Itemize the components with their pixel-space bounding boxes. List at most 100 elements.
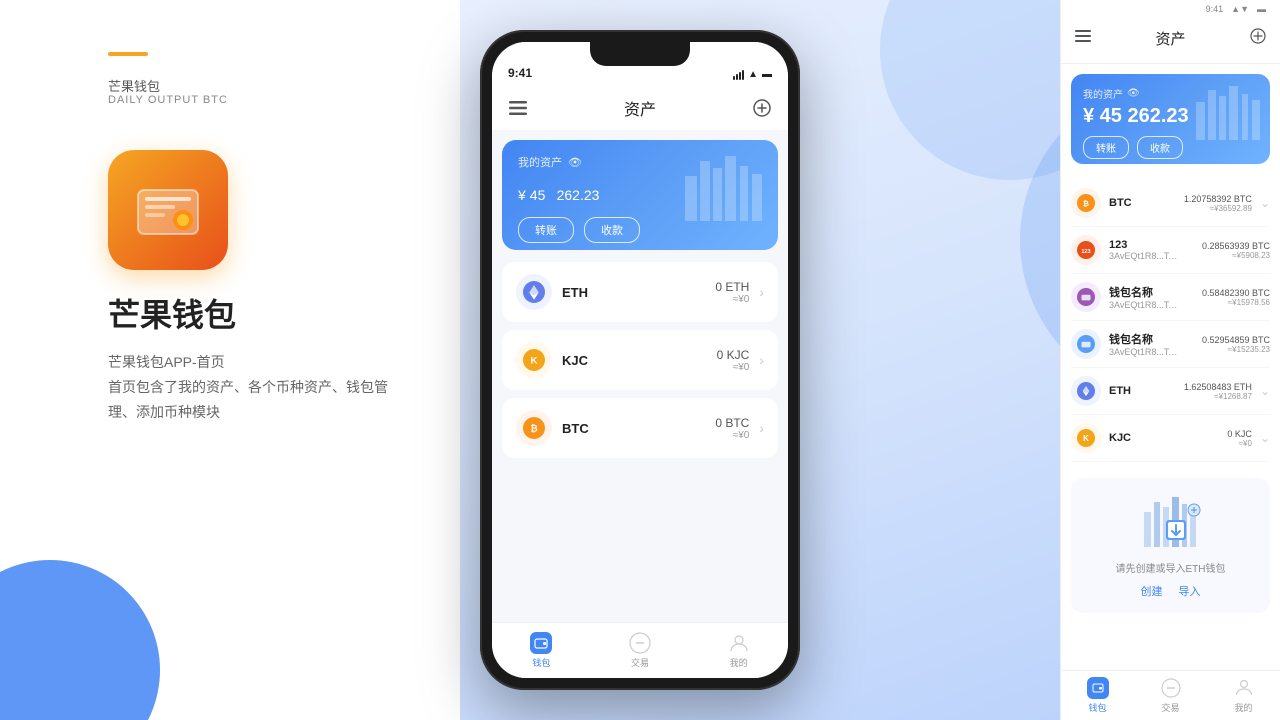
right-header-menu-icon[interactable] xyxy=(1075,28,1091,49)
right-coin-kjc[interactable]: K KJC 0 KJC ≈¥0 ⌄ xyxy=(1071,415,1270,462)
right-header: 资产 xyxy=(1061,14,1280,64)
menu-icon[interactable] xyxy=(506,96,530,120)
brand-name-small: 芒果钱包 xyxy=(108,76,160,95)
right-wallet2-val: 0.52954859 BTC ≈¥15235.23 xyxy=(1202,335,1270,354)
btc-arrow: › xyxy=(759,420,764,436)
eye-icon: 👁 xyxy=(568,156,582,169)
right-nav-mine-label: 我的 xyxy=(1234,701,1252,714)
right-eth-val: 1.62508483 ETH ≈¥1268.87 xyxy=(1184,382,1252,401)
right-coin-wallet1[interactable]: 钱包名称 3AvEQt1R8...TsZ4fpaRQ 0.58482390 BT… xyxy=(1071,274,1270,321)
coin-list: ETH 0 ETH ≈¥0 › K KJC xyxy=(492,262,788,622)
status-icons: ▲ ▬ xyxy=(733,69,772,80)
right-asset-card: 我的资产 👁 ¥ 45 262.23 转账 收款 xyxy=(1071,74,1270,164)
coin-item-kjc[interactable]: K KJC 0 KJC ≈¥0 › xyxy=(502,330,778,390)
right-transfer-button[interactable]: 转账 xyxy=(1083,136,1129,159)
nav-trade[interactable]: 交易 xyxy=(629,632,651,669)
right-nav-trade-label: 交易 xyxy=(1161,701,1179,714)
svg-text:K: K xyxy=(1083,434,1089,443)
kjc-logo: K xyxy=(516,342,552,378)
city-bg-svg xyxy=(680,146,770,221)
right-btc-info: BTC xyxy=(1109,197,1176,209)
trade-nav-icon xyxy=(629,632,651,654)
right-kjc-info: KJC xyxy=(1109,432,1219,444)
right-nav-wallet-label: 钱包 xyxy=(1088,701,1106,714)
svg-text:₿: ₿ xyxy=(530,423,537,433)
phone-bottom-nav: 钱包 交易 我的 xyxy=(492,622,788,678)
svg-text:123: 123 xyxy=(1081,249,1090,255)
import-text: 请先创建或导入ETH钱包 xyxy=(1116,560,1226,575)
import-actions: 创建 导入 xyxy=(1141,583,1201,599)
right-coin-btc[interactable]: ₿ BTC 1.20758392 BTC ≈¥36592.89 ⌄ xyxy=(1071,180,1270,227)
right-eth-arrow: ⌄ xyxy=(1260,384,1270,398)
right-wallet2-logo xyxy=(1071,329,1101,359)
right-eye-icon: 👁 xyxy=(1127,88,1140,99)
battery-icon: ▬ xyxy=(762,69,772,80)
right-nav-trade[interactable]: 交易 xyxy=(1160,677,1182,714)
right-coin-list: ₿ BTC 1.20758392 BTC ≈¥36592.89 ⌄ 123 12… xyxy=(1061,174,1280,468)
left-section: 芒果钱包 DAILY OUTPUT BTC 芒果钱包 芒果钱包APP-首页 首页… xyxy=(0,0,500,720)
right-eth-info: ETH xyxy=(1109,385,1176,397)
import-icon-area xyxy=(1136,492,1206,552)
nav-mine[interactable]: 我的 xyxy=(728,632,750,669)
right-status-time: 9:41 xyxy=(1206,4,1224,14)
import-wallet-link[interactable]: 导入 xyxy=(1179,583,1201,599)
btc-info: BTC xyxy=(562,421,705,436)
right-nav-mine[interactable]: 我的 xyxy=(1233,677,1255,714)
asset-card: 我的资产 👁 ¥45 262.23 转账 收款 xyxy=(502,140,778,250)
svg-text:K: K xyxy=(531,355,538,366)
phone-header: 资产 xyxy=(492,86,788,130)
svg-text:₿: ₿ xyxy=(1083,199,1089,208)
create-wallet-link[interactable]: 创建 xyxy=(1141,583,1163,599)
phone-screen: 9:41 ▲ ▬ 资产 xyxy=(492,42,788,678)
kjc-arrow: › xyxy=(759,352,764,368)
app-title: 芒果钱包 xyxy=(108,290,236,336)
add-icon[interactable] xyxy=(750,96,774,120)
right-eth-logo xyxy=(1071,376,1101,406)
status-time: 9:41 xyxy=(508,66,532,80)
signal-icon xyxy=(733,70,744,80)
right-wallet1-info: 钱包名称 3AvEQt1R8...TsZ4fpaRQ xyxy=(1109,284,1194,310)
phone-notch xyxy=(590,42,690,66)
eth-info: ETH xyxy=(562,285,705,300)
right-123-info: 123 3AvEQt1R8...TsZ4fpaRQ xyxy=(1109,239,1194,261)
right-kjc-val: 0 KJC ≈¥0 xyxy=(1227,429,1252,448)
right-123-val: 0.28563939 BTC ≈¥5908.23 xyxy=(1202,241,1270,260)
right-coin-wallet2[interactable]: 钱包名称 3AvEQt1R8...TsZ4fpaRQ 0.52954859 BT… xyxy=(1071,321,1270,368)
right-wallet1-val: 0.58482390 BTC ≈¥15978.56 xyxy=(1202,288,1270,307)
right-wallet2-info: 钱包名称 3AvEQt1R8...TsZ4fpaRQ xyxy=(1109,331,1194,357)
coin-item-eth[interactable]: ETH 0 ETH ≈¥0 › xyxy=(502,262,778,322)
right-btc-arrow: ⌄ xyxy=(1260,196,1270,210)
app-icon xyxy=(108,150,228,270)
brand-subtitle: DAILY OUTPUT BTC xyxy=(108,94,228,106)
transfer-button[interactable]: 转账 xyxy=(518,217,574,243)
phone-mockup: 9:41 ▲ ▬ 资产 xyxy=(480,30,800,690)
btc-balance: 0 BTC ≈¥0 xyxy=(715,416,749,441)
app-description: 芒果钱包APP-首页 首页包含了我的资产、各个币种资产、钱包管 理、添加币种模块 xyxy=(108,350,388,426)
right-wallet-nav-icon xyxy=(1087,677,1109,699)
right-btc-val: 1.20758392 BTC ≈¥36592.89 xyxy=(1184,194,1252,213)
right-mine-nav-icon xyxy=(1233,677,1255,699)
eth-arrow: › xyxy=(759,284,764,300)
right-header-title: 资产 xyxy=(1155,28,1185,49)
right-coin-123[interactable]: 123 123 3AvEQt1R8...TsZ4fpaRQ 0.28563939… xyxy=(1071,227,1270,274)
right-battery-icon: ▬ xyxy=(1257,4,1266,14)
btc-logo: ₿ xyxy=(516,410,552,446)
phone-header-title: 资产 xyxy=(624,96,656,120)
nav-wallet[interactable]: 钱包 xyxy=(530,632,552,669)
right-nav-wallet[interactable]: 钱包 xyxy=(1087,677,1109,714)
right-panel: 9:41 ▲▼ ▬ 资产 我的资产 👁 ¥ 45 262.23 转账 收款 xyxy=(1060,0,1280,720)
right-wallet1-logo xyxy=(1071,282,1101,312)
right-trade-nav-icon xyxy=(1160,677,1182,699)
right-kjc-arrow: ⌄ xyxy=(1260,431,1270,445)
coin-item-btc[interactable]: ₿ BTC 0 BTC ≈¥0 › xyxy=(502,398,778,458)
mine-nav-icon xyxy=(728,632,750,654)
right-receive-button[interactable]: 收款 xyxy=(1137,136,1183,159)
receive-button[interactable]: 收款 xyxy=(584,217,640,243)
right-header-add-icon[interactable] xyxy=(1250,28,1266,49)
right-signal-icon: ▲▼ xyxy=(1231,4,1249,14)
right-kjc-logo: K xyxy=(1071,423,1101,453)
right-coin-eth[interactable]: ETH 1.62508483 ETH ≈¥1268.87 ⌄ xyxy=(1071,368,1270,415)
import-illustration xyxy=(1136,492,1206,547)
kjc-balance: 0 KJC ≈¥0 xyxy=(717,348,750,373)
nav-trade-label: 交易 xyxy=(631,656,649,669)
